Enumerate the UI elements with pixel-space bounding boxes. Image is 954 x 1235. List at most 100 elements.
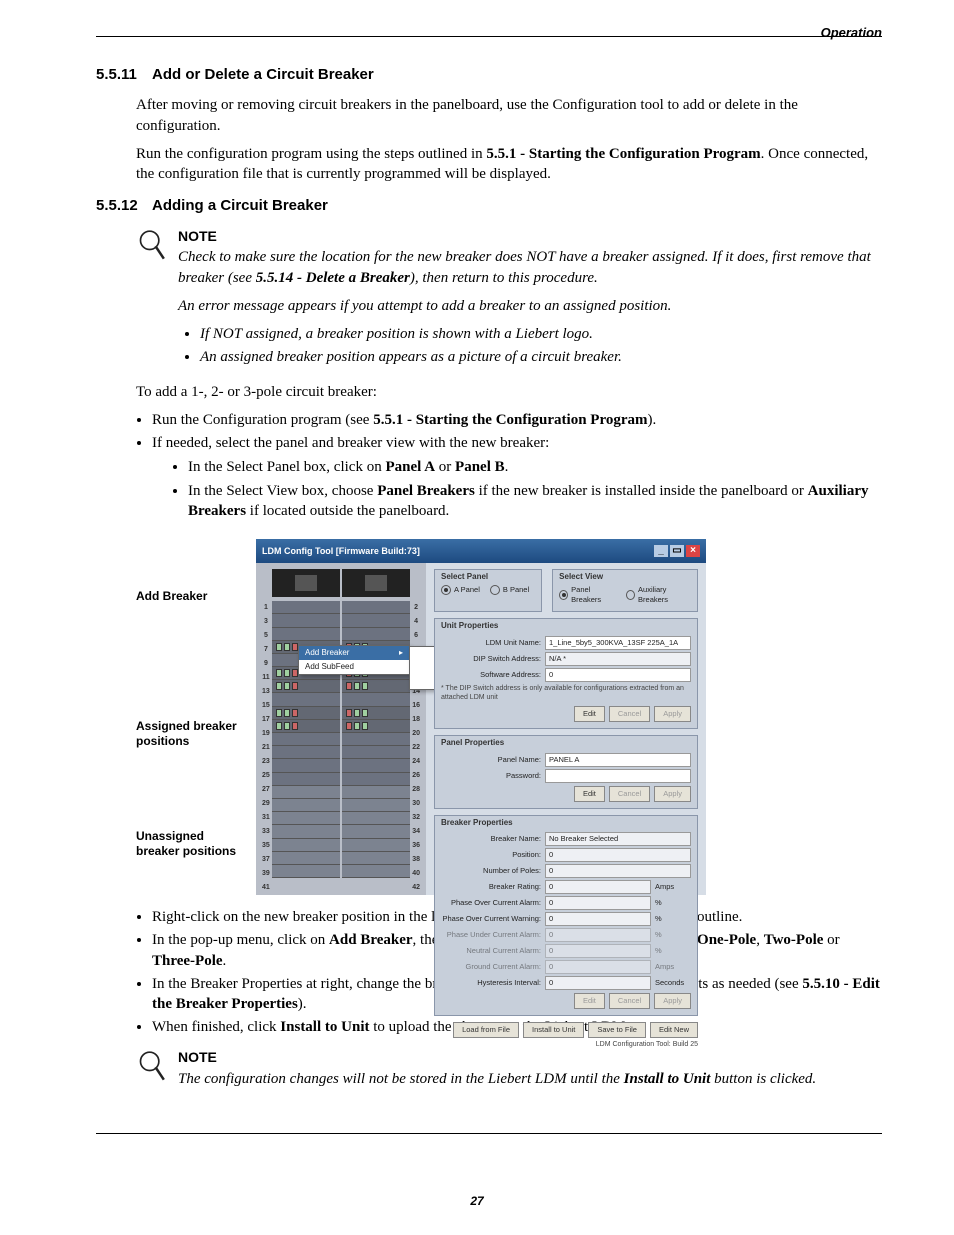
edit-button[interactable]: Edit [574, 993, 605, 1009]
field-label: LDM Unit Name: [441, 638, 541, 648]
edit-button[interactable]: Edit [574, 706, 605, 722]
breaker-slot[interactable] [342, 773, 410, 786]
field-label: Hysteresis Interval: [441, 978, 541, 988]
note-body: The configuration changes will not be st… [178, 1069, 882, 1089]
panel-name-field[interactable]: PANEL A [545, 753, 691, 767]
window-close-button[interactable]: × [686, 545, 700, 557]
field-label: Software Address: [441, 670, 541, 680]
list-item: In the Select Panel box, click on Panel … [188, 457, 882, 477]
install-to-unit-button[interactable]: Install to Unit [523, 1022, 584, 1038]
position-field: 0 [545, 848, 691, 862]
breaker-slot[interactable] [272, 720, 340, 733]
field-label: Ground Current Alarm: [441, 962, 541, 972]
load-from-file-button[interactable]: Load from File [453, 1022, 519, 1038]
edit-new-button[interactable]: Edit New [650, 1022, 698, 1038]
breaker-slot[interactable] [342, 799, 410, 812]
group-title: Breaker Properties [441, 818, 691, 829]
breaker-slot[interactable] [342, 601, 410, 614]
note-bullet: If NOT assigned, a breaker position is s… [200, 324, 882, 344]
tool-version-label: LDM Configuration Tool: Build 25 [434, 1040, 698, 1049]
window-min-button[interactable]: _ [654, 545, 668, 557]
body-text: After moving or removing circuit breaker… [136, 95, 882, 136]
edit-button[interactable]: Edit [574, 786, 605, 802]
breaker-slot[interactable] [342, 707, 410, 720]
breaker-slot[interactable] [342, 746, 410, 759]
breaker-slot[interactable] [272, 680, 340, 693]
figure-annotation: Unassigned breaker positions [136, 829, 246, 858]
pocw-field: 0 [545, 912, 651, 926]
title-bar[interactable]: LDM Config Tool [Firmware Build:73] _ ▭ … [256, 539, 706, 563]
breaker-slot[interactable] [342, 680, 410, 693]
breaker-slot[interactable] [272, 628, 340, 641]
radio-panel-a[interactable]: A Panel [441, 585, 480, 595]
window-max-button[interactable]: ▭ [670, 545, 684, 557]
poles-field: 0 [545, 864, 691, 878]
panelboard-pane[interactable]: 1357911131517192123252729313335373941 24… [256, 563, 426, 895]
breaker-name-field: No Breaker Selected [545, 832, 691, 846]
section-number: 5.5.12 [96, 196, 152, 216]
field-label: Phase Over Current Alarm: [441, 898, 541, 908]
breaker-slot[interactable] [272, 759, 340, 772]
breaker-slot[interactable] [342, 825, 410, 838]
ctx-add-subfeed[interactable]: Add SubFeed [299, 660, 409, 674]
group-title: Select View [559, 572, 691, 583]
field-label: Position: [441, 850, 541, 860]
field-label: Neutral Current Alarm: [441, 946, 541, 956]
field-label: Phase Over Current Warning: [441, 914, 541, 924]
radio-panel-b[interactable]: B Panel [490, 585, 529, 595]
breaker-slot[interactable] [342, 786, 410, 799]
breaker-slot[interactable] [272, 733, 340, 746]
unit-label: % [655, 898, 691, 908]
breaker-slot[interactable] [272, 852, 340, 865]
software-address-field[interactable]: 0 [545, 668, 691, 682]
breaker-slot[interactable] [342, 852, 410, 865]
breaker-slot[interactable] [342, 733, 410, 746]
figure-annotation: Assigned breaker positions [136, 719, 246, 748]
breaker-slot[interactable] [342, 614, 410, 627]
breaker-slot[interactable] [342, 812, 410, 825]
save-to-file-button[interactable]: Save to File [588, 1022, 646, 1038]
radio-aux-breakers[interactable]: Auxiliary Breakers [626, 585, 691, 605]
breaker-slot[interactable] [342, 693, 410, 706]
breaker-slot[interactable] [272, 799, 340, 812]
breaker-slot[interactable] [272, 773, 340, 786]
breaker-slot[interactable] [272, 865, 340, 878]
field-label: Breaker Name: [441, 834, 541, 844]
apply-button[interactable]: Apply [654, 993, 691, 1009]
unit-label: % [655, 946, 691, 956]
panel-top-slot[interactable] [342, 569, 410, 597]
breaker-slot[interactable] [342, 759, 410, 772]
note-block: NOTE Check to make sure the location for… [136, 227, 882, 372]
section-title: Add or Delete a Circuit Breaker [152, 65, 374, 85]
rating-field: 0 [545, 880, 651, 894]
breaker-slot[interactable] [342, 839, 410, 852]
unit-name-field[interactable]: 1_Line_5by5_300KVA_13SF 225A_1A [545, 636, 691, 650]
breaker-slot[interactable] [272, 825, 340, 838]
breaker-slot[interactable] [272, 707, 340, 720]
nca-field: 0 [545, 944, 651, 958]
breaker-slot[interactable] [342, 865, 410, 878]
panel-top-slot[interactable] [272, 569, 340, 597]
cancel-button[interactable]: Cancel [609, 706, 650, 722]
note-body: An error message appears if you attempt … [178, 296, 882, 316]
breaker-slot[interactable] [272, 786, 340, 799]
breaker-slot[interactable] [272, 614, 340, 627]
apply-button[interactable]: Apply [654, 786, 691, 802]
window-title: LDM Config Tool [Firmware Build:73] [262, 545, 420, 557]
unit-label: Amps [655, 962, 691, 972]
password-field[interactable] [545, 769, 691, 783]
breaker-slot[interactable] [342, 628, 410, 641]
breaker-slot[interactable] [272, 746, 340, 759]
context-menu[interactable]: Add Breaker ▸ One-Pole Two-Pole Three-Po… [298, 645, 410, 675]
radio-panel-breakers[interactable]: Panel Breakers [559, 585, 616, 605]
apply-button[interactable]: Apply [654, 706, 691, 722]
breaker-slot[interactable] [272, 839, 340, 852]
note-heading: NOTE [178, 227, 882, 246]
breaker-slot[interactable] [272, 693, 340, 706]
breaker-slot[interactable] [272, 601, 340, 614]
cancel-button[interactable]: Cancel [609, 786, 650, 802]
ctx-add-breaker[interactable]: Add Breaker ▸ One-Pole Two-Pole Three-Po… [299, 646, 409, 660]
cancel-button[interactable]: Cancel [609, 993, 650, 1009]
breaker-slot[interactable] [342, 720, 410, 733]
breaker-slot[interactable] [272, 812, 340, 825]
